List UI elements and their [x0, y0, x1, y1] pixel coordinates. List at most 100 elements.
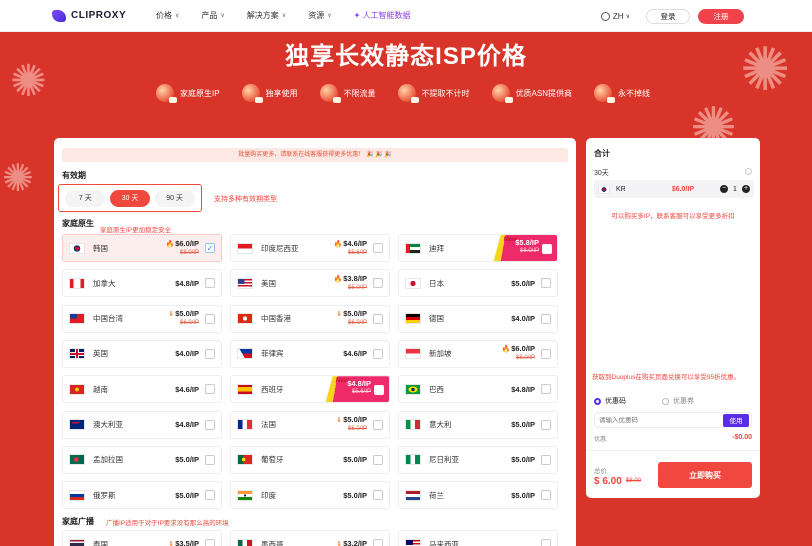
country-checkbox[interactable]: [205, 454, 215, 465]
country-option[interactable]: 法国 ⇓$5.0/IP $6.0/IP: [230, 410, 390, 439]
country-checkbox[interactable]: ✓: [205, 243, 215, 253]
bulk-tip: 可以购买多IP，联系客服可以享受更多折扣: [611, 213, 735, 220]
nav-item-1[interactable]: 产品 ∨: [201, 10, 224, 21]
country-option[interactable]: 墨西哥 ⇓$3.2/IP: [230, 530, 390, 546]
nav-item-ai-data[interactable]: ✦ 人工智能数据: [354, 10, 411, 21]
country-price: $5.8/IP $8.0/IP: [515, 238, 539, 254]
country-name: 法国: [261, 420, 276, 429]
country-checkbox[interactable]: [373, 490, 383, 501]
country-checkbox[interactable]: [541, 313, 551, 324]
country-checkbox[interactable]: [541, 348, 551, 359]
country-option[interactable]: 荷兰 $5.0/IP: [398, 481, 558, 510]
use-coupon-button[interactable]: 使用: [723, 413, 749, 427]
country-option[interactable]: 澳大利亚 $4.8/IP: [62, 410, 222, 439]
flag-icon: [405, 454, 421, 466]
country-option[interactable]: 印度 $5.0/IP: [230, 481, 390, 510]
period-option-0[interactable]: 7 天: [65, 189, 106, 207]
country-option[interactable]: 日本 $5.0/IP: [398, 269, 558, 298]
country-checkbox[interactable]: [373, 454, 383, 465]
flag-icon: [69, 242, 85, 254]
divider: [586, 450, 760, 451]
country-checkbox[interactable]: [205, 490, 215, 501]
country-option[interactable]: 美国 🔥$3.8/IP $5.0/IP: [230, 269, 390, 298]
nav-item-0[interactable]: 价格 ∨: [156, 10, 179, 21]
radio-coupon[interactable]: [662, 397, 669, 405]
country-option[interactable]: 英国 $4.0/IP: [62, 339, 222, 368]
top-nav-bar: CLIPROXY 价格 ∨ 产品 ∨ 解决方案 ∨ 资源 ∨ ✦ 人工智能数据 ZH ∨ 登录 …: [0, 0, 812, 32]
country-option[interactable]: 印度尼西亚 🔥$4.6/IP $5.6/IP: [230, 234, 390, 262]
info-icon[interactable]: [745, 168, 752, 175]
country-option[interactable]: 西班牙 New $4.8/IP $5.6/IP: [230, 375, 390, 404]
country-checkbox[interactable]: [541, 278, 551, 289]
country-price: 🔥$6.0/IP $8.0/IP: [501, 344, 536, 362]
country-checkbox[interactable]: [373, 278, 383, 289]
country-checkbox[interactable]: [205, 278, 215, 289]
down-arrow-icon: ⇓: [168, 311, 175, 319]
country-checkbox[interactable]: [374, 385, 384, 396]
chevron-down-icon: ∨: [175, 13, 180, 19]
country-checkbox[interactable]: [373, 539, 383, 546]
country-option[interactable]: 泰国 ⇓$3.5/IP: [62, 530, 222, 546]
down-arrow-icon: ⇓: [168, 541, 175, 546]
country-name: 马来西亚: [429, 539, 459, 546]
coupon-field: 使用: [594, 412, 752, 428]
country-option[interactable]: 韩国 🔥$6.0/IP $8.0/IP ✓: [62, 234, 222, 262]
buy-now-button[interactable]: 立即购买: [658, 462, 752, 488]
signup-button[interactable]: 注册: [698, 8, 744, 24]
logo[interactable]: CLIPROXY: [52, 9, 148, 22]
firework-decoration-icon: ✺: [2, 158, 34, 200]
country-option[interactable]: 马来西亚: [398, 530, 558, 546]
country-checkbox[interactable]: [373, 419, 383, 430]
country-name: 墨西哥: [261, 539, 284, 546]
country-price: $4.6/IP: [175, 384, 199, 394]
country-price: 🔥$3.8/IP $5.0/IP: [333, 273, 368, 291]
radio-promo-code[interactable]: [594, 397, 601, 405]
country-option[interactable]: 新加坡 🔥$6.0/IP $8.0/IP: [398, 339, 558, 368]
country-option[interactable]: 孟加拉国 $5.0/IP: [62, 445, 222, 474]
country-option[interactable]: 葡萄牙 $5.0/IP: [230, 445, 390, 474]
country-name: 新加坡: [429, 349, 452, 359]
feature-item: 独享使用: [241, 84, 298, 103]
country-option[interactable]: 意大利 $5.0/IP: [398, 410, 558, 439]
country-option[interactable]: 菲律宾 $4.6/IP: [230, 339, 390, 368]
country-option[interactable]: 尼日利亚 $5.0/IP: [398, 445, 558, 474]
home-native-note: 家庭原生IP更加稳定安全: [100, 227, 172, 234]
login-button[interactable]: 登录: [646, 8, 690, 24]
country-option[interactable]: 中国香港 ⇓$5.0/IP $6.0/IP: [230, 304, 390, 333]
period-option-1[interactable]: 30 天: [109, 189, 150, 207]
country-checkbox[interactable]: [541, 454, 551, 465]
language-selector[interactable]: ZH ∨: [600, 11, 630, 21]
country-checkbox[interactable]: [373, 348, 383, 359]
increase-qty-button[interactable]: +: [742, 185, 750, 193]
country-checkbox[interactable]: [205, 313, 215, 324]
country-price: ⇓$5.0/IP $6.0/IP: [336, 415, 367, 432]
country-option[interactable]: 越南 $4.6/IP: [62, 375, 222, 404]
country-option[interactable]: 俄罗斯 $5.0/IP: [62, 481, 222, 510]
country-checkbox[interactable]: [541, 384, 551, 395]
country-checkbox[interactable]: [205, 419, 215, 430]
country-checkbox[interactable]: [541, 419, 551, 430]
country-option[interactable]: 加拿大 $4.8/IP: [62, 269, 222, 298]
country-checkbox[interactable]: [373, 313, 383, 324]
country-option[interactable]: 中国台湾 ⇓$5.0/IP $6.0/IP: [62, 304, 222, 333]
decrease-qty-button[interactable]: −: [720, 185, 728, 193]
country-checkbox[interactable]: [541, 539, 551, 546]
country-checkbox[interactable]: [205, 539, 215, 546]
chevron-down-icon: ∨: [327, 13, 332, 19]
country-checkbox[interactable]: [541, 490, 551, 501]
country-option[interactable]: 德国 $4.0/IP: [398, 304, 558, 333]
period-option-2[interactable]: 90 天: [154, 189, 195, 207]
qty-value[interactable]: 1: [728, 186, 742, 193]
country-checkbox[interactable]: [205, 348, 215, 359]
country-option[interactable]: 迪拜 New $5.8/IP $8.0/IP: [398, 234, 558, 262]
page-title: 独享长效静态ISP价格: [285, 43, 527, 70]
period-title: 有效期: [62, 171, 86, 180]
country-option[interactable]: 巴西 $4.8/IP: [398, 375, 558, 404]
nav-item-2[interactable]: 解决方案 ∨: [247, 10, 286, 21]
nav-item-3[interactable]: 资源 ∨: [308, 10, 331, 21]
country-checkbox[interactable]: [205, 384, 215, 395]
country-checkbox[interactable]: [373, 243, 383, 253]
country-checkbox[interactable]: [542, 244, 552, 254]
country-price: $5.0/IP: [343, 490, 367, 500]
coupon-input[interactable]: [595, 416, 723, 424]
